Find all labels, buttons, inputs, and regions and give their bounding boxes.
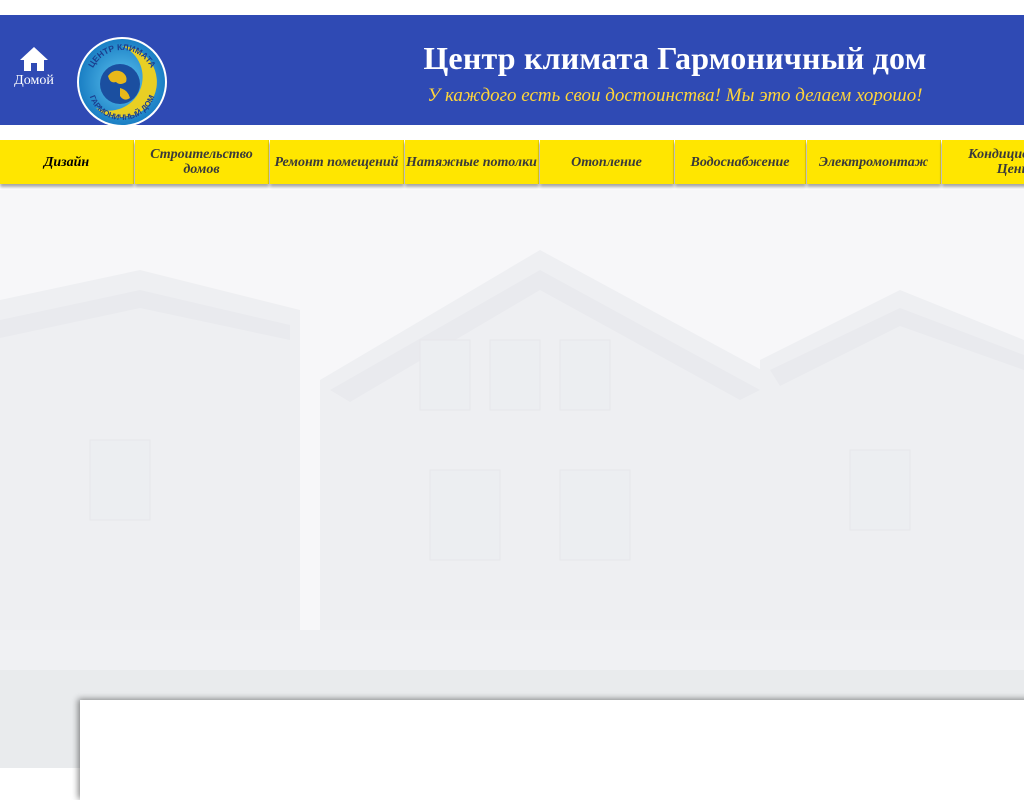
nav-item-air-conditioners[interactable]: Кондиционеры Цены bbox=[942, 140, 1024, 184]
main-nav: Дизайн Строительство домов Ремонт помеще… bbox=[0, 140, 1024, 190]
globe-logo-icon[interactable]: ЦЕНТР КЛИМАТА ГАРМОНИЧНЫЙ ДОМ bbox=[76, 36, 168, 128]
home-icon bbox=[20, 47, 48, 71]
nav-item-electrical[interactable]: Электромонтаж bbox=[807, 140, 941, 184]
content-card bbox=[80, 700, 1024, 800]
hero-image bbox=[0, 190, 1024, 670]
top-strip bbox=[0, 0, 1024, 15]
site-title: Центр климата Гармоничный дом bbox=[423, 40, 927, 76]
site-header: Домой ЦЕНТР КЛИМАТА ГАРМОНИЧНЫЙ ДОМ Цент… bbox=[0, 15, 1024, 128]
site-slogan: У каждого есть свои достоинства! Мы это … bbox=[427, 85, 923, 106]
home-link[interactable]: Домой bbox=[10, 46, 58, 90]
nav-item-heating[interactable]: Отопление bbox=[540, 140, 674, 184]
content-area bbox=[0, 670, 1024, 800]
nav-item-water-supply[interactable]: Водоснабжение bbox=[675, 140, 806, 184]
nav-item-room-repair[interactable]: Ремонт помещений bbox=[270, 140, 404, 184]
nav-gap bbox=[0, 125, 1024, 140]
home-label: Домой bbox=[14, 73, 54, 88]
nav-item-design[interactable]: Дизайн bbox=[0, 140, 134, 184]
nav-item-house-building[interactable]: Строительство домов bbox=[135, 140, 269, 184]
nav-item-stretch-ceilings[interactable]: Натяжные потолки bbox=[405, 140, 539, 184]
